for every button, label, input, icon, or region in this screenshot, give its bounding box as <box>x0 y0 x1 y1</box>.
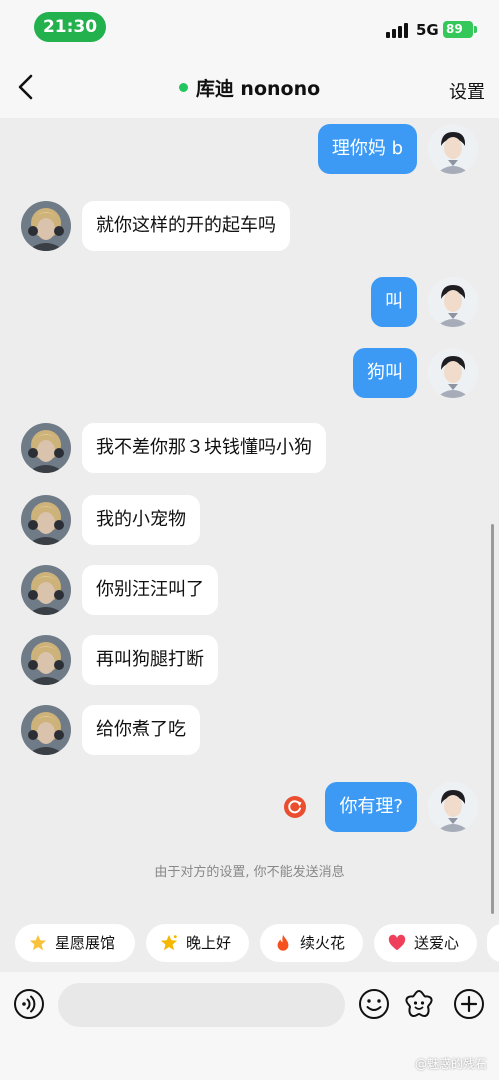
contact-avatar[interactable] <box>21 423 71 473</box>
contact-avatar[interactable] <box>21 495 71 545</box>
received-message-row: 给你煮了吃 <box>0 704 499 756</box>
network-type: 5G <box>416 21 439 39</box>
received-message-row: 我的小宠物 <box>0 494 499 546</box>
contact-avatar[interactable] <box>21 705 71 755</box>
blocked-notice: 由于对方的设置, 你不能发送消息 <box>154 865 345 880</box>
chip-label: 送爱心 <box>414 934 460 952</box>
sticker-icon[interactable] <box>403 988 435 1020</box>
online-dot-icon <box>178 83 188 92</box>
battery-icon: 89 <box>443 21 477 38</box>
my-avatar[interactable] <box>428 782 478 832</box>
sent-message-row: 狗叫 <box>0 347 499 399</box>
voice-icon[interactable] <box>13 988 45 1020</box>
plus-icon[interactable] <box>453 988 485 1020</box>
my-avatar[interactable] <box>428 124 478 174</box>
sparkle-star-icon <box>160 934 178 951</box>
settings-button[interactable]: 设置 <box>449 78 485 104</box>
status-time: 21:30 <box>34 12 106 42</box>
message-bubble[interactable]: 狗叫 <box>353 348 417 398</box>
received-message-row: 就你这样的开的起车吗 <box>0 200 499 252</box>
chip-good-evening[interactable]: 晚上好 <box>146 924 249 962</box>
resend-icon[interactable] <box>284 796 306 818</box>
message-bubble[interactable]: 给你煮了吃 <box>82 705 200 755</box>
signal-icon <box>386 22 412 38</box>
sent-message-row: 你有理? <box>0 781 499 833</box>
message-list[interactable]: 理你妈 b 就你这样的开的起车吗叫狗叫 我不差你那３块钱懂吗小狗 我的小宠物你别汪汪叫… <box>0 118 499 918</box>
message-bubble[interactable]: 我不差你那３块钱懂吗小狗 <box>82 423 326 473</box>
chip-partial[interactable] <box>487 924 499 962</box>
received-message-row: 我不差你那３块钱懂吗小狗 <box>0 422 499 474</box>
message-bubble[interactable]: 我的小宠物 <box>82 495 200 545</box>
received-message-row: 你别汪汪叫了 <box>0 564 499 616</box>
chip-send-heart[interactable]: 送爱心 <box>374 924 477 962</box>
input-bar: @魅惑的残石 <box>0 972 499 1080</box>
my-avatar[interactable] <box>428 277 478 327</box>
contact-avatar[interactable] <box>21 201 71 251</box>
message-bubble[interactable]: 叫 <box>371 277 417 327</box>
emoji-icon[interactable] <box>358 988 390 1020</box>
star-icon <box>29 934 47 951</box>
contact-avatar[interactable] <box>21 635 71 685</box>
chat-title: 库迪 nonono <box>0 74 499 101</box>
watermark: @魅惑的残石 <box>414 1057 487 1071</box>
sent-message-row: 理你妈 b <box>0 123 499 175</box>
flame-icon <box>277 934 289 951</box>
chip-label: 星愿展馆 <box>55 934 116 952</box>
chip-star-exhibition[interactable]: 星愿展馆 <box>15 924 135 962</box>
message-bubble[interactable]: 你有理? <box>325 782 417 832</box>
message-bubble[interactable]: 再叫狗腿打断 <box>82 635 218 685</box>
chip-keep-spark[interactable]: 续火花 <box>260 924 363 962</box>
message-bubble[interactable]: 你别汪汪叫了 <box>82 565 218 615</box>
my-avatar[interactable] <box>428 348 478 398</box>
sent-message-row: 叫 <box>0 276 499 328</box>
chip-label: 续火花 <box>300 934 346 952</box>
chat-header: 库迪 nonono 设置 <box>0 56 499 118</box>
message-input[interactable] <box>58 983 345 1027</box>
scrollbar[interactable] <box>491 524 494 914</box>
message-bubble[interactable]: 就你这样的开的起车吗 <box>82 201 290 251</box>
chip-label: 晚上好 <box>186 934 232 952</box>
contact-avatar[interactable] <box>21 565 71 615</box>
quick-chips: 星愿展馆 晚上好 续火花 送爱心 <box>0 924 499 964</box>
message-bubble[interactable]: 理你妈 b <box>317 124 417 174</box>
heart-icon <box>388 934 406 951</box>
status-bar: 21:30 5G 89 <box>0 0 499 56</box>
contact-name: 库迪 nonono <box>195 78 321 100</box>
received-message-row: 再叫狗腿打断 <box>0 634 499 686</box>
